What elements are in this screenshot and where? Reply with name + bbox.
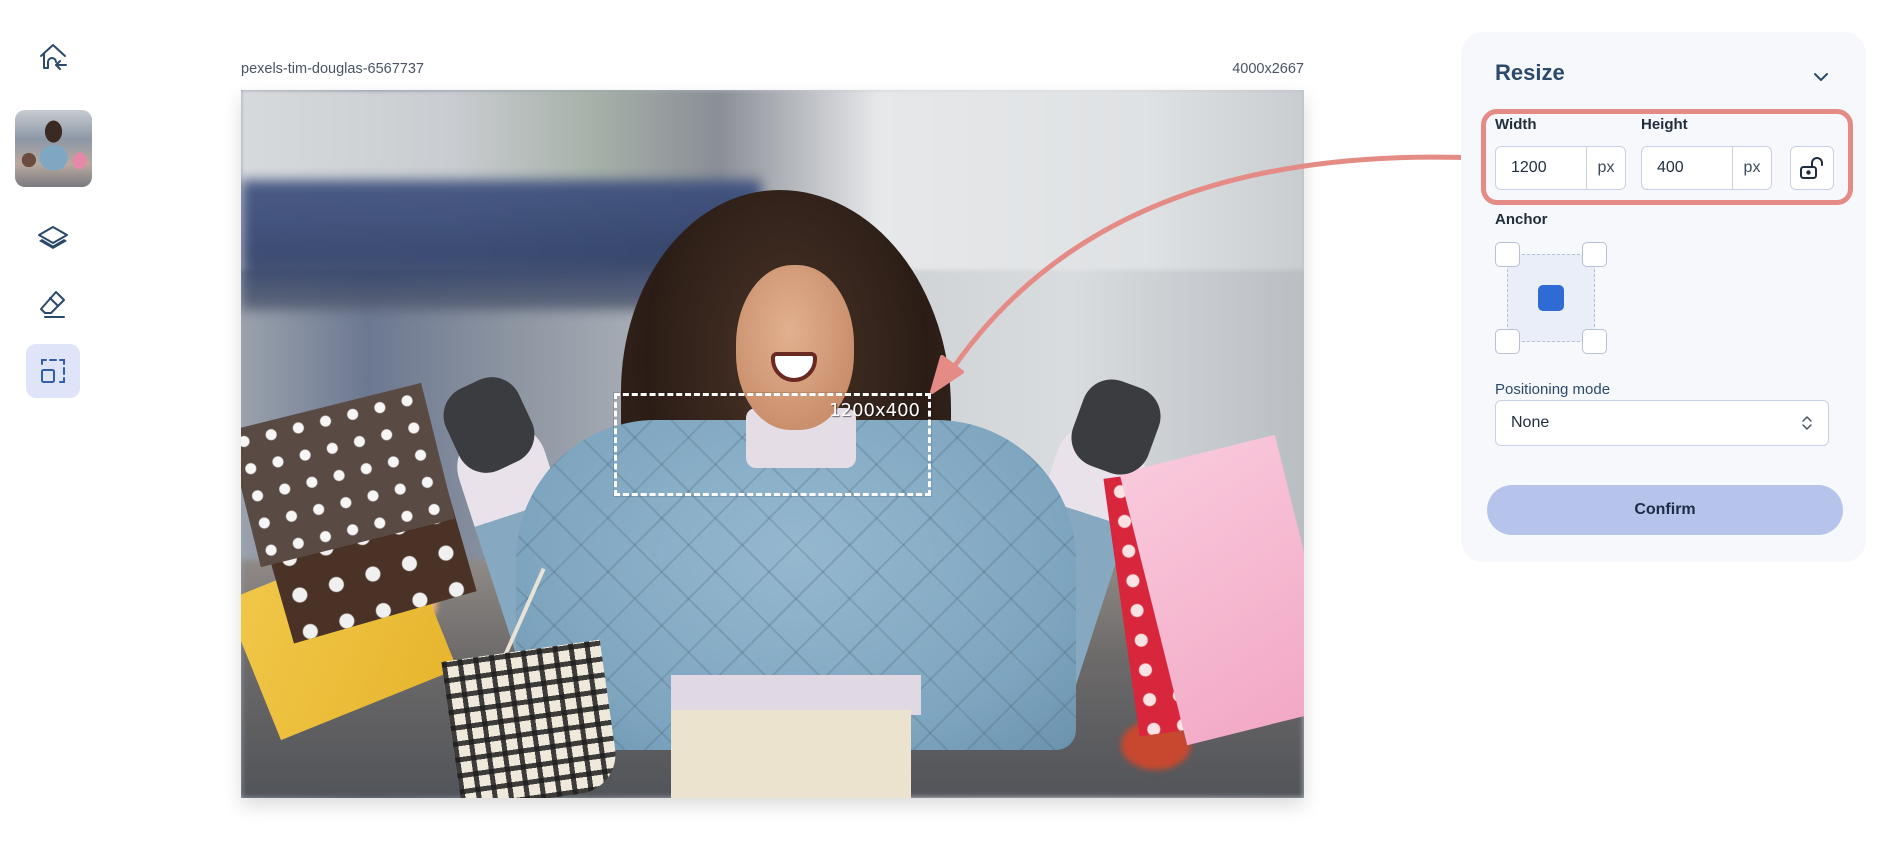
resize-panel: Resize Width Height px px Anchor	[1461, 32, 1866, 562]
positioning-mode-label: Positioning mode	[1495, 381, 1611, 398]
home-button[interactable]	[26, 30, 80, 84]
width-field: px	[1495, 146, 1626, 190]
layers-button[interactable]	[26, 211, 80, 265]
anchor-top-left[interactable]	[1495, 242, 1520, 267]
anchor-label: Anchor	[1495, 211, 1548, 228]
confirm-button[interactable]: Confirm	[1487, 485, 1843, 535]
image-thumbnail[interactable]	[15, 110, 92, 187]
layers-icon	[38, 226, 68, 249]
anchor-selector	[1495, 242, 1607, 354]
height-input[interactable]	[1642, 147, 1732, 189]
collapse-button[interactable]	[1806, 62, 1836, 92]
home-arrow-icon	[40, 44, 67, 70]
eraser-icon	[40, 291, 65, 318]
width-unit: px	[1586, 147, 1625, 189]
anchor-bottom-right[interactable]	[1582, 329, 1607, 354]
width-label: Width	[1495, 116, 1537, 133]
select-updown-icon	[1802, 416, 1812, 430]
positioning-mode-select[interactable]: None	[1495, 400, 1829, 446]
positioning-mode-value: None	[1511, 414, 1550, 431]
photo-pants	[671, 710, 911, 798]
resize-tool-button[interactable]	[26, 344, 80, 398]
width-input[interactable]	[1496, 147, 1586, 189]
height-field: px	[1641, 146, 1772, 190]
chevron-down-icon	[1814, 73, 1828, 81]
anchor-center[interactable]	[1538, 285, 1564, 311]
height-unit: px	[1732, 147, 1771, 189]
left-toolbar	[0, 0, 108, 856]
photo-hem	[671, 675, 921, 715]
anchor-top-right[interactable]	[1582, 242, 1607, 267]
unlock-icon	[1800, 157, 1823, 179]
eraser-button[interactable]	[26, 278, 80, 332]
app: pexels-tim-douglas-6567737 4000x2667 120…	[0, 0, 1880, 856]
aspect-lock-button[interactable]	[1790, 146, 1834, 190]
photo-bag-plaid	[441, 639, 621, 798]
panel-title: Resize	[1495, 60, 1565, 85]
resize-selection-box[interactable]: 1200x400	[614, 393, 931, 496]
resize-select-icon	[41, 359, 65, 383]
image-dimensions: 4000x2667	[1232, 61, 1304, 77]
selection-size-label: 1200x400	[829, 400, 920, 421]
height-label: Height	[1641, 116, 1688, 133]
anchor-bottom-left[interactable]	[1495, 329, 1520, 354]
file-name: pexels-tim-douglas-6567737	[241, 61, 424, 77]
